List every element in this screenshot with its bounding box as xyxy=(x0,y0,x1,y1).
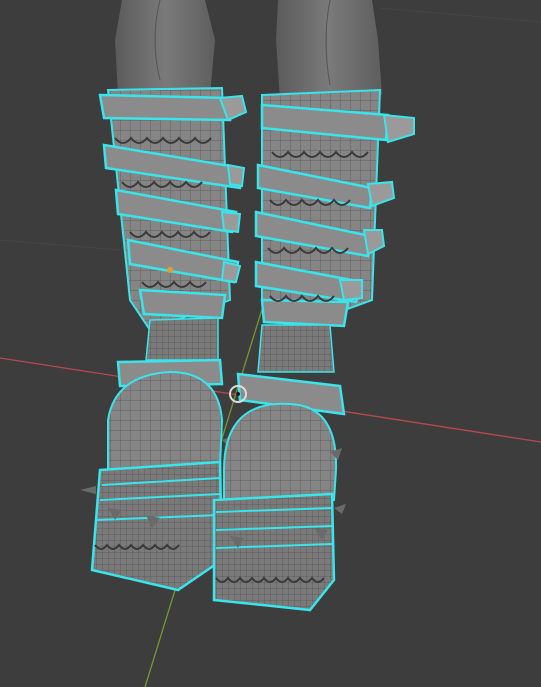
object-origin-point[interactable] xyxy=(167,267,173,273)
3d-viewport[interactable] xyxy=(0,0,541,687)
